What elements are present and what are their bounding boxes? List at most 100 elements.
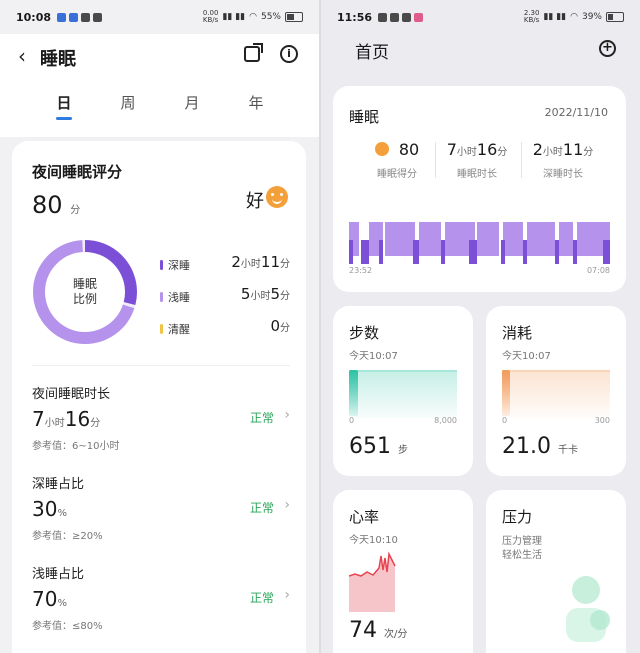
battery-fill bbox=[287, 14, 294, 20]
score-unit: 分 bbox=[70, 205, 81, 216]
wifi-icon: ◠ bbox=[249, 12, 257, 22]
axis-max: 8,000 bbox=[434, 416, 457, 425]
smiley-face-icon bbox=[374, 142, 389, 156]
period-tabs: 日 周 月 年 bbox=[0, 92, 319, 122]
light-sleep-segment bbox=[577, 222, 607, 256]
card-title: 压力 bbox=[502, 508, 533, 526]
home-screen: 11:56 2.30 KB/s ▮▮ ▮▮ ◠ 39% 首页 + 睡眠 2022… bbox=[321, 0, 640, 653]
tab-day[interactable]: 日 bbox=[44, 92, 84, 120]
score-value: 80 bbox=[398, 140, 420, 159]
axis-max: 300 bbox=[594, 416, 610, 425]
light-ratio-value: 70% bbox=[32, 587, 67, 611]
light-sleep-segment bbox=[559, 222, 573, 256]
rating-text: 好 bbox=[246, 191, 264, 212]
status-bar: 10:08 0.00 KB/s ▮▮ ▮▮ ◠ 55% bbox=[0, 0, 319, 34]
stress-subtitle-1: 压力管理 bbox=[502, 536, 542, 547]
unit: 次/分 bbox=[384, 629, 408, 640]
status-normal-text[interactable]: 正常 bbox=[250, 409, 274, 426]
deep-sleep-segment bbox=[501, 240, 505, 264]
app-notification-icon bbox=[57, 12, 67, 22]
light-sleep-segment bbox=[477, 222, 499, 256]
app-notification-icon bbox=[69, 12, 79, 22]
deep-sleep-stat: 2小时11分 深睡时长 bbox=[525, 140, 601, 180]
sleep-score-card: 夜间睡眠评分 80 分 好 睡眠 比例 深睡 2小时11分 浅睡 5小时5分 清… bbox=[12, 141, 306, 653]
sleep-detail-screen: 10:08 0.00 KB/s ▮▮ ▮▮ ◠ 55% ‹ 睡眠 i 日 周 月… bbox=[0, 0, 319, 653]
reference-value: 参考值：6~10小时 bbox=[32, 441, 120, 452]
status-normal-text[interactable]: 正常 bbox=[250, 589, 274, 606]
percent-value: 30 bbox=[32, 497, 58, 521]
sleep-score: 80 分 bbox=[32, 191, 80, 219]
steps-progress-fill bbox=[349, 370, 358, 416]
app-notification-icon bbox=[390, 12, 400, 22]
calories-value: 21.0 千卡 bbox=[502, 434, 578, 459]
deep-ratio-label: 深睡占比 bbox=[32, 477, 85, 492]
legend-light: 浅睡 bbox=[160, 289, 190, 305]
status-right: 2.30 KB/s ▮▮ ▮▮ ◠ 39% bbox=[524, 10, 624, 24]
minutes-value: 16 bbox=[476, 140, 498, 159]
back-arrow-icon[interactable]: ‹ bbox=[18, 44, 26, 68]
share-icon[interactable] bbox=[244, 43, 263, 62]
light-ratio-label: 浅睡占比 bbox=[32, 567, 85, 582]
percent-value: 70 bbox=[32, 587, 58, 611]
status-normal-text[interactable]: 正常 bbox=[250, 499, 274, 516]
chevron-right-icon[interactable]: › bbox=[284, 587, 290, 603]
heart-rate-sparkline bbox=[349, 551, 396, 612]
light-sleep-segment bbox=[419, 222, 441, 256]
score-value: 80 bbox=[32, 191, 63, 219]
sleep-end-time: 07:08 bbox=[586, 266, 610, 275]
card-title: 睡眠 bbox=[349, 108, 380, 126]
stat-label: 深睡时长 bbox=[543, 169, 583, 180]
legend-label: 深睡 bbox=[168, 259, 190, 272]
stress-subtitle-2: 轻松生活 bbox=[502, 550, 542, 561]
battery-fill bbox=[608, 14, 613, 20]
light-sleep-segment bbox=[385, 222, 415, 256]
status-time: 10:08 bbox=[16, 10, 52, 24]
minutes-unit: 分 bbox=[497, 147, 508, 158]
steps-card[interactable]: 步数 今天10:07 0 8,000 651 步 bbox=[333, 306, 473, 476]
stress-person-illustration bbox=[566, 576, 610, 642]
legend-swatch bbox=[160, 324, 163, 334]
steps-progress-area bbox=[349, 370, 457, 418]
add-icon[interactable]: + bbox=[599, 40, 616, 57]
page-title: 睡眠 bbox=[40, 49, 76, 70]
hours-unit: 小时 bbox=[240, 259, 261, 270]
deep-sleep-segment bbox=[469, 240, 477, 264]
battery-icon bbox=[285, 12, 303, 22]
value: 21.0 bbox=[502, 434, 551, 459]
tab-year[interactable]: 年 bbox=[236, 92, 276, 113]
minutes-unit: 分 bbox=[280, 259, 290, 270]
deep-sleep-segment bbox=[379, 240, 383, 264]
sleep-card[interactable]: 睡眠 2022/11/10 80 睡眠得分 7小时16分 睡眠时长 2小时11分… bbox=[333, 86, 626, 292]
sleep-duration-label: 夜间睡眠时长 bbox=[32, 387, 111, 402]
minutes-unit: 分 bbox=[90, 418, 101, 429]
chevron-right-icon[interactable]: › bbox=[284, 407, 290, 423]
legend-awake-value: 0分 bbox=[270, 317, 290, 335]
tab-week[interactable]: 周 bbox=[108, 92, 148, 113]
calories-card[interactable]: 消耗 今天10:07 0 300 21.0 千卡 bbox=[486, 306, 626, 476]
hours-unit: 小时 bbox=[44, 418, 65, 429]
card-timestamp: 今天10:10 bbox=[349, 535, 398, 546]
card-title: 消耗 bbox=[502, 324, 533, 342]
light-sleep-segment bbox=[503, 222, 523, 256]
divider bbox=[521, 142, 522, 178]
tab-month[interactable]: 月 bbox=[172, 92, 212, 113]
battery-percent: 55% bbox=[260, 12, 281, 22]
hours-value: 2 bbox=[532, 140, 543, 159]
stress-card[interactable]: 压力 压力管理 轻松生活 bbox=[486, 490, 626, 653]
deep-sleep-segment bbox=[413, 240, 419, 264]
legend-deep: 深睡 bbox=[160, 257, 190, 273]
heart-rate-card[interactable]: 心率 今天10:10 74 次/分 bbox=[333, 490, 473, 653]
info-icon[interactable]: i bbox=[280, 45, 298, 63]
decoration-circle bbox=[590, 610, 610, 630]
divider bbox=[435, 142, 436, 178]
minutes-value: 5 bbox=[270, 285, 280, 303]
divider bbox=[32, 365, 290, 366]
unit: 千卡 bbox=[557, 445, 578, 456]
deep-ratio-value: 30% bbox=[32, 497, 67, 521]
minutes-value: 0 bbox=[270, 317, 280, 335]
deep-sleep-segment bbox=[361, 240, 369, 264]
notification-icons bbox=[57, 12, 103, 22]
chevron-right-icon[interactable]: › bbox=[284, 497, 290, 513]
deep-sleep-segment bbox=[603, 240, 610, 264]
legend-awake: 清醒 bbox=[160, 321, 190, 337]
